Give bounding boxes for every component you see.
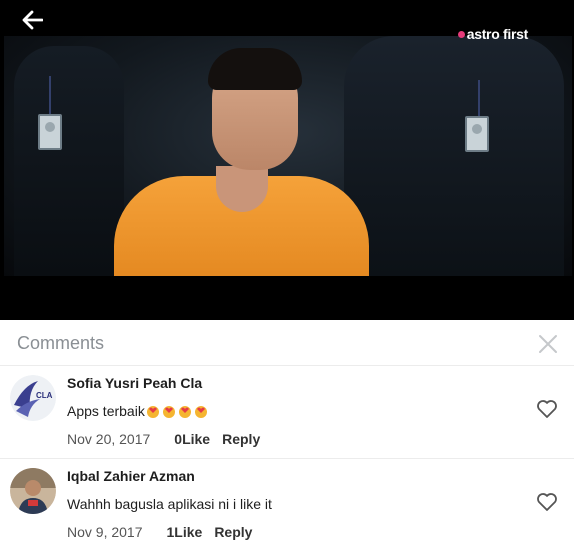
video-player[interactable]: astro first (0, 0, 574, 320)
like-count-button[interactable]: 0Like (174, 431, 210, 447)
heart-emoji-icon (162, 405, 177, 418)
heart-emoji-icon (178, 405, 193, 418)
lanyard (478, 80, 480, 120)
astro-first-logo: astro first (457, 26, 529, 42)
video-frame (4, 36, 572, 276)
video-letterbox (4, 276, 572, 320)
user-photo-avatar (10, 468, 56, 514)
heart-emoji-icon (146, 405, 161, 418)
background-officer-right (344, 36, 564, 276)
reply-button[interactable]: Reply (214, 524, 252, 540)
heart-emoji-icon (194, 405, 209, 418)
comment-text: Apps terbaik (67, 403, 209, 419)
lanyard (49, 76, 51, 116)
id-badge (38, 114, 62, 150)
comments-header: Comments (0, 320, 574, 366)
comment-date: Nov 9, 2017 (67, 524, 143, 540)
heart-outline-icon (537, 493, 557, 511)
logo-dot (457, 30, 465, 38)
arrow-left-icon (22, 10, 43, 30)
logo-text: astro first (466, 26, 529, 42)
comment-text: Wahhh bagusla aplikasi ni i like it (67, 496, 272, 512)
like-button[interactable] (536, 399, 558, 419)
like-count-button[interactable]: 1Like (167, 524, 203, 540)
comment-meta: Nov 20, 2017 0Like Reply (67, 431, 260, 447)
comment-text-content: Apps terbaik (67, 403, 145, 419)
comments-title: Comments (17, 333, 105, 353)
comment-item: CLA Sofia Yusri Peah Cla Apps terbaik No… (0, 367, 574, 459)
comment-author[interactable]: Iqbal Zahier Azman (67, 468, 195, 484)
back-button[interactable] (18, 8, 46, 32)
comment-meta: Nov 9, 2017 1Like Reply (67, 524, 252, 540)
comment-item: Iqbal Zahier Azman Wahhh bagusla aplikas… (0, 460, 574, 552)
close-button[interactable] (538, 334, 558, 354)
like-button[interactable] (536, 492, 558, 512)
close-icon (539, 335, 557, 353)
comment-author[interactable]: Sofia Yusri Peah Cla (67, 375, 202, 391)
id-badge (465, 116, 489, 152)
reply-button[interactable]: Reply (222, 431, 260, 447)
avatar-text: CLA (36, 391, 53, 400)
comment-text-content: Wahhh bagusla aplikasi ni i like it (67, 496, 272, 512)
prisoner-hair (208, 48, 302, 90)
avatar[interactable] (10, 468, 56, 514)
heart-outline-icon (537, 400, 557, 418)
comment-date: Nov 20, 2017 (67, 431, 151, 447)
background-officer-left (14, 46, 124, 276)
